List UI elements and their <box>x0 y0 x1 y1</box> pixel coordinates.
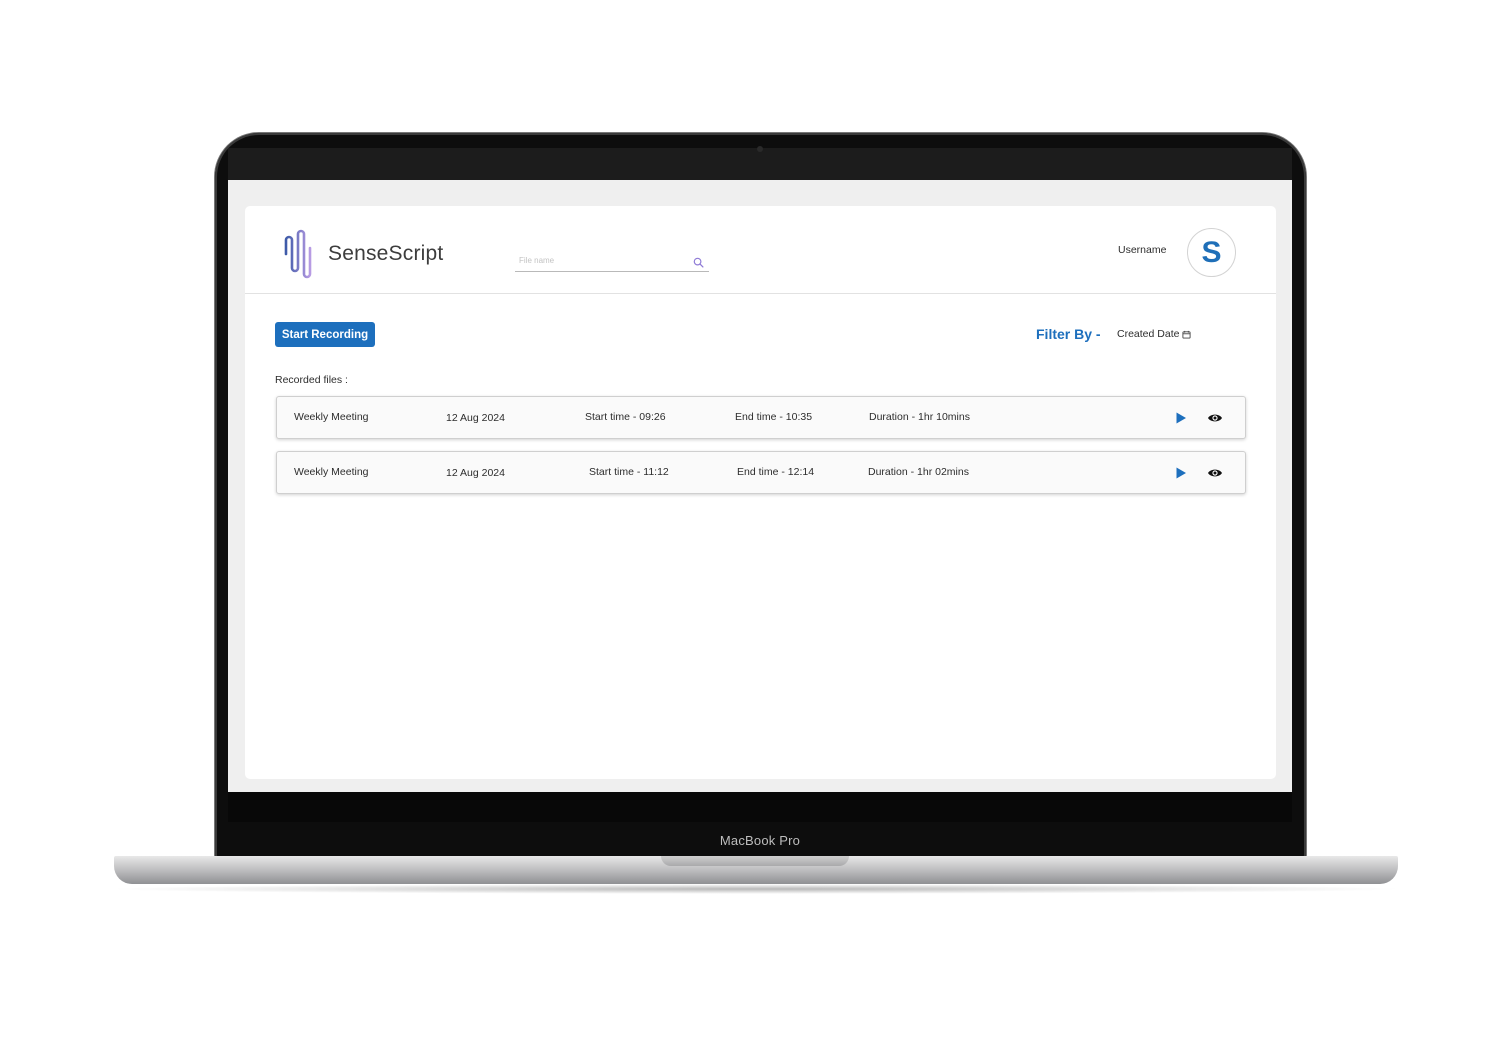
recorded-files-label: Recorded files : <box>275 374 348 386</box>
search-bar <box>515 252 709 272</box>
calendar-icon <box>1182 330 1192 339</box>
recorded-files-list: Weekly Meeting 12 Aug 2024 Start time - … <box>276 396 1246 506</box>
screen-bezel-bottom <box>228 792 1292 822</box>
screen-bezel-top <box>228 148 1292 180</box>
created-date-filter[interactable]: Created Date <box>1117 328 1192 340</box>
play-icon[interactable] <box>1174 411 1188 425</box>
camera-icon <box>757 146 763 152</box>
created-date-filter-label: Created Date <box>1117 328 1180 340</box>
list-item[interactable]: Weekly Meeting 12 Aug 2024 Start time - … <box>276 396 1246 439</box>
app-name: SenseScript <box>328 242 444 265</box>
app-header: SenseScript Username S <box>245 206 1276 294</box>
app-logo[interactable]: SenseScript <box>271 228 443 280</box>
laptop-hinge-notch <box>661 856 849 866</box>
recording-start-time: Start time - 11:12 <box>589 466 669 478</box>
recording-date: 12 Aug 2024 <box>446 412 505 424</box>
recording-duration: Duration - 1hr 10mins <box>869 411 970 423</box>
eye-icon[interactable] <box>1207 412 1223 424</box>
username-label: Username <box>1118 244 1167 256</box>
recording-title: Weekly Meeting <box>294 466 369 478</box>
search-input[interactable] <box>519 252 679 268</box>
recording-date: 12 Aug 2024 <box>446 467 505 479</box>
search-icon[interactable] <box>693 257 704 268</box>
device-label: MacBook Pro <box>719 833 801 848</box>
recording-title: Weekly Meeting <box>294 411 369 423</box>
recording-duration: Duration - 1hr 02mins <box>868 466 969 478</box>
list-item[interactable]: Weekly Meeting 12 Aug 2024 Start time - … <box>276 451 1246 494</box>
avatar[interactable]: S <box>1187 228 1236 277</box>
recording-start-time: Start time - 09:26 <box>585 411 666 423</box>
laptop-shadow <box>104 884 1408 894</box>
start-recording-button[interactable]: Start Recording <box>275 322 375 347</box>
filter-by-label: Filter By - <box>1036 326 1101 342</box>
play-icon[interactable] <box>1174 466 1188 480</box>
eye-icon[interactable] <box>1207 467 1223 479</box>
app-card: SenseScript Username S Start Recording F… <box>245 206 1276 779</box>
laptop-screen: SenseScript Username S Start Recording F… <box>228 180 1292 792</box>
recording-end-time: End time - 10:35 <box>735 411 813 423</box>
recording-end-time: End time - 12:14 <box>737 466 815 478</box>
sound-wave-logo-icon <box>272 229 318 279</box>
